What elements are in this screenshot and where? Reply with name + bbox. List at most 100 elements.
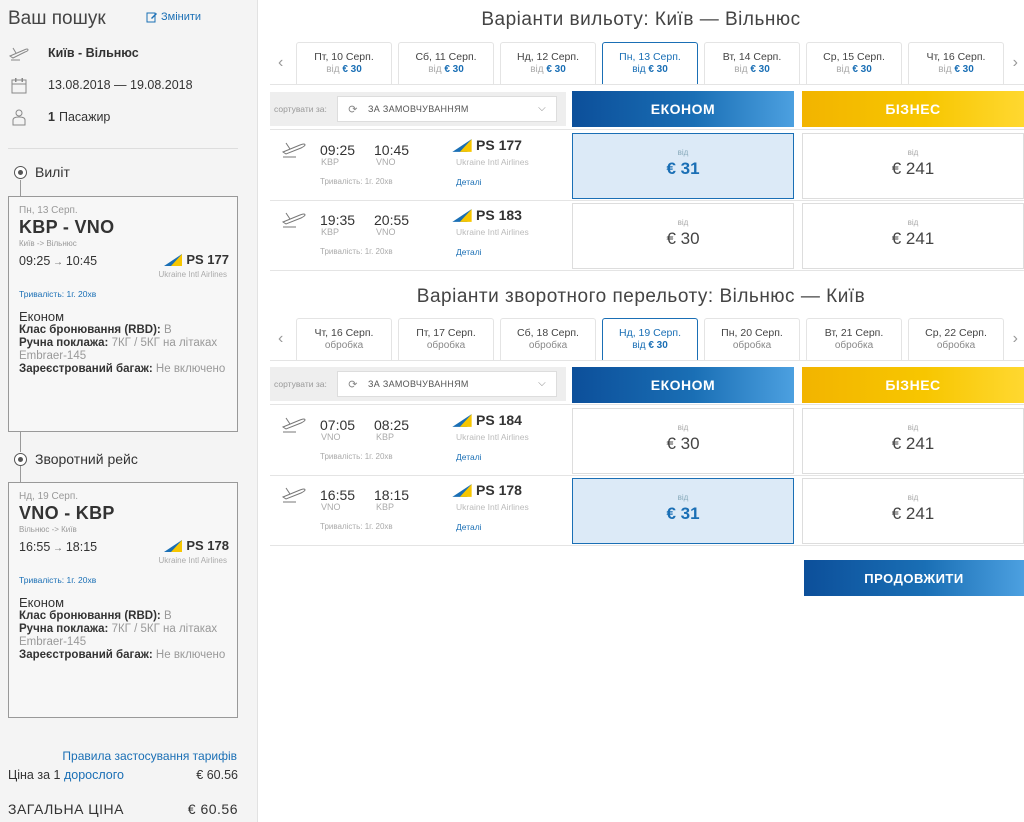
date-tab-price-value: € 30	[342, 64, 362, 75]
flight-number-text: PS 184	[476, 412, 522, 428]
passenger-icon	[8, 108, 30, 126]
date-tab-day: Сб, 11 Серп.	[415, 51, 477, 63]
business-fare-option[interactable]: від € 241	[802, 203, 1024, 269]
airline-logo-icon	[452, 138, 472, 152]
date-tab[interactable]: Чт, 16 Серп. від € 30	[908, 42, 1004, 84]
flight-from-code: KBP	[321, 227, 340, 237]
segment-cities: Вільнюс -> Київ	[19, 525, 77, 534]
segment-arr-time: 10:45	[65, 254, 98, 268]
prev-dates-chevron-icon[interactable]: ‹	[278, 54, 283, 72]
date-tab-price: обробка	[501, 340, 595, 351]
flight-details-link[interactable]: Деталі	[456, 452, 482, 462]
date-tab-price-value: € 30	[750, 64, 770, 75]
date-tab-day: Ср, 15 Серп.	[823, 51, 885, 63]
date-tab[interactable]: Ср, 15 Серп. від € 30	[806, 42, 902, 84]
search-dates-row: 13.08.2018 — 19.08.2018	[8, 76, 193, 94]
flight-number-text: PS 178	[186, 538, 229, 553]
search-dates: 13.08.2018 — 19.08.2018	[48, 78, 193, 92]
total-price-row: ЗАГАЛЬНА ЦІНА € 60.56	[8, 801, 238, 817]
date-tab[interactable]: Ср, 22 Серп. обробка	[908, 318, 1004, 360]
business-fare-option[interactable]: від € 241	[802, 133, 1024, 199]
date-tab-day: Вт, 21 Серп.	[824, 327, 884, 339]
date-tab-status: обробка	[936, 340, 976, 351]
outbound-heading-label: Виліт	[35, 164, 70, 180]
business-fare-option[interactable]: від € 241	[802, 478, 1024, 544]
segment-dep-time: 16:55	[19, 540, 51, 554]
flight-arr-time: 20:55	[374, 212, 410, 228]
rbd-label: Клас бронювання (RBD):	[19, 324, 161, 336]
date-tab[interactable]: Сб, 18 Серп. обробка	[500, 318, 596, 360]
segment-date: Пн, 13 Серп.	[19, 205, 78, 216]
calendar-icon	[8, 76, 30, 94]
flight-details-link[interactable]: Деталі	[456, 247, 482, 257]
economy-fare-option[interactable]: від € 30	[572, 408, 794, 474]
date-tab[interactable]: Вт, 14 Серп. від € 30	[704, 42, 800, 84]
segment-checked-bag: Зареєстрований багаж: Не включено	[19, 363, 227, 376]
date-tab-day: Чт, 16 Серп.	[314, 327, 374, 339]
row-divider	[270, 404, 1024, 405]
fare-from-label: від	[677, 218, 689, 227]
date-tab[interactable]: Сб, 11 Серп. від € 30	[398, 42, 494, 84]
outbound-economy-header[interactable]: ЕКОНОМ	[572, 91, 794, 127]
economy-fare-option[interactable]: від € 31	[572, 133, 794, 199]
date-tab-price: від € 30	[909, 64, 1003, 75]
business-fare-option[interactable]: від € 241	[802, 408, 1024, 474]
economy-fare-option[interactable]: від € 30	[572, 203, 794, 269]
flight-details-link[interactable]: Деталі	[456, 522, 482, 532]
rbd-label: Клас бронювання (RBD):	[19, 610, 161, 622]
timeline-line	[20, 432, 21, 452]
date-tab[interactable]: Нд, 12 Серп. від € 30	[500, 42, 596, 84]
date-tab[interactable]: Пт, 10 Серп. від € 30	[296, 42, 392, 84]
date-tab-price-prefix: від	[530, 64, 544, 75]
inbound-options-title: Варіанти зворотного перельоту: Вільнюс —…	[416, 286, 866, 307]
checked-bag-value: Не включено	[155, 363, 226, 375]
segment-date: Нд, 19 Серп.	[19, 491, 79, 502]
flight-airline: Ukraine Intl Airlines	[456, 432, 529, 442]
date-tab-price: обробка	[399, 340, 493, 351]
next-dates-chevron-icon[interactable]: ›	[1013, 330, 1018, 348]
flight-dep-time: 09:25	[320, 142, 356, 158]
edit-search-link[interactable]: Змінити	[146, 11, 201, 23]
flight-airline: Ukraine Intl Airlines	[456, 227, 529, 237]
departure-plane-icon	[281, 487, 306, 503]
date-tab[interactable]: Чт, 16 Серп. обробка	[296, 318, 392, 360]
outbound-segment-card: Пн, 13 Серп. KBP - VNO Київ -> Вільнюс 0…	[8, 196, 238, 432]
date-tab-price-value: € 30	[954, 64, 974, 75]
sort-icon: ⟳	[348, 378, 358, 391]
flight-row: 16:55 18:15 VNO KBP Тривалість: 1г. 20хв PS 1…	[270, 474, 1024, 546]
economy-fare-option[interactable]: від € 31	[572, 478, 794, 544]
timeline-line	[20, 180, 21, 196]
date-tab[interactable]: Пн, 20 Серп. обробка	[704, 318, 800, 360]
outbound-sort-select[interactable]: ⟳ ЗА ЗАМОВЧУВАННЯМ ⌵	[337, 96, 557, 122]
date-tab[interactable]: Пт, 17 Серп. обробка	[398, 318, 494, 360]
date-tab[interactable]: Нд, 19 Серп. від € 30	[602, 318, 698, 360]
inbound-sort-select[interactable]: ⟳ ЗА ЗАМОВЧУВАННЯМ ⌵	[337, 371, 557, 397]
date-tab[interactable]: Пн, 13 Серп. від € 30	[602, 42, 698, 84]
checked-bag-label: Зареєстрований багаж:	[19, 649, 153, 661]
inbound-business-header[interactable]: БІЗНЕС	[802, 367, 1024, 403]
flight-details-link[interactable]: Деталі	[456, 177, 482, 187]
outbound-business-header[interactable]: БІЗНЕС	[802, 91, 1024, 127]
flight-number: PS 183	[450, 207, 522, 223]
adult-price-row: Ціна за 1 дорослого € 60.56	[8, 768, 238, 782]
date-tab[interactable]: Вт, 21 Серп. обробка	[806, 318, 902, 360]
sort-value: ЗА ЗАМОВЧУВАННЯМ	[368, 379, 469, 389]
segment-flight-number: PS 177	[162, 252, 229, 267]
segment-route: VNO - KBP	[19, 503, 115, 523]
continue-button[interactable]: ПРОДОВЖИТИ	[804, 560, 1024, 596]
date-tab-day: Пн, 20 Серп.	[721, 327, 783, 339]
segment-class: Економ	[19, 595, 65, 610]
fare-rules-link[interactable]: Правила застосування тарифів	[62, 749, 237, 763]
edit-icon	[146, 12, 157, 23]
next-dates-chevron-icon[interactable]: ›	[1013, 54, 1018, 72]
timeline-line	[20, 466, 21, 482]
outbound-segment-heading: Виліт	[14, 164, 70, 180]
prev-dates-chevron-icon[interactable]: ‹	[278, 330, 283, 348]
date-tab-price-prefix: від	[428, 64, 442, 75]
fare-from-label: від	[907, 493, 919, 502]
sort-icon: ⟳	[348, 103, 358, 116]
airline-logo-icon	[164, 539, 183, 552]
inbound-economy-header[interactable]: ЕКОНОМ	[572, 367, 794, 403]
adult-link[interactable]: дорослого	[64, 768, 124, 782]
fare-from-label: від	[907, 218, 919, 227]
